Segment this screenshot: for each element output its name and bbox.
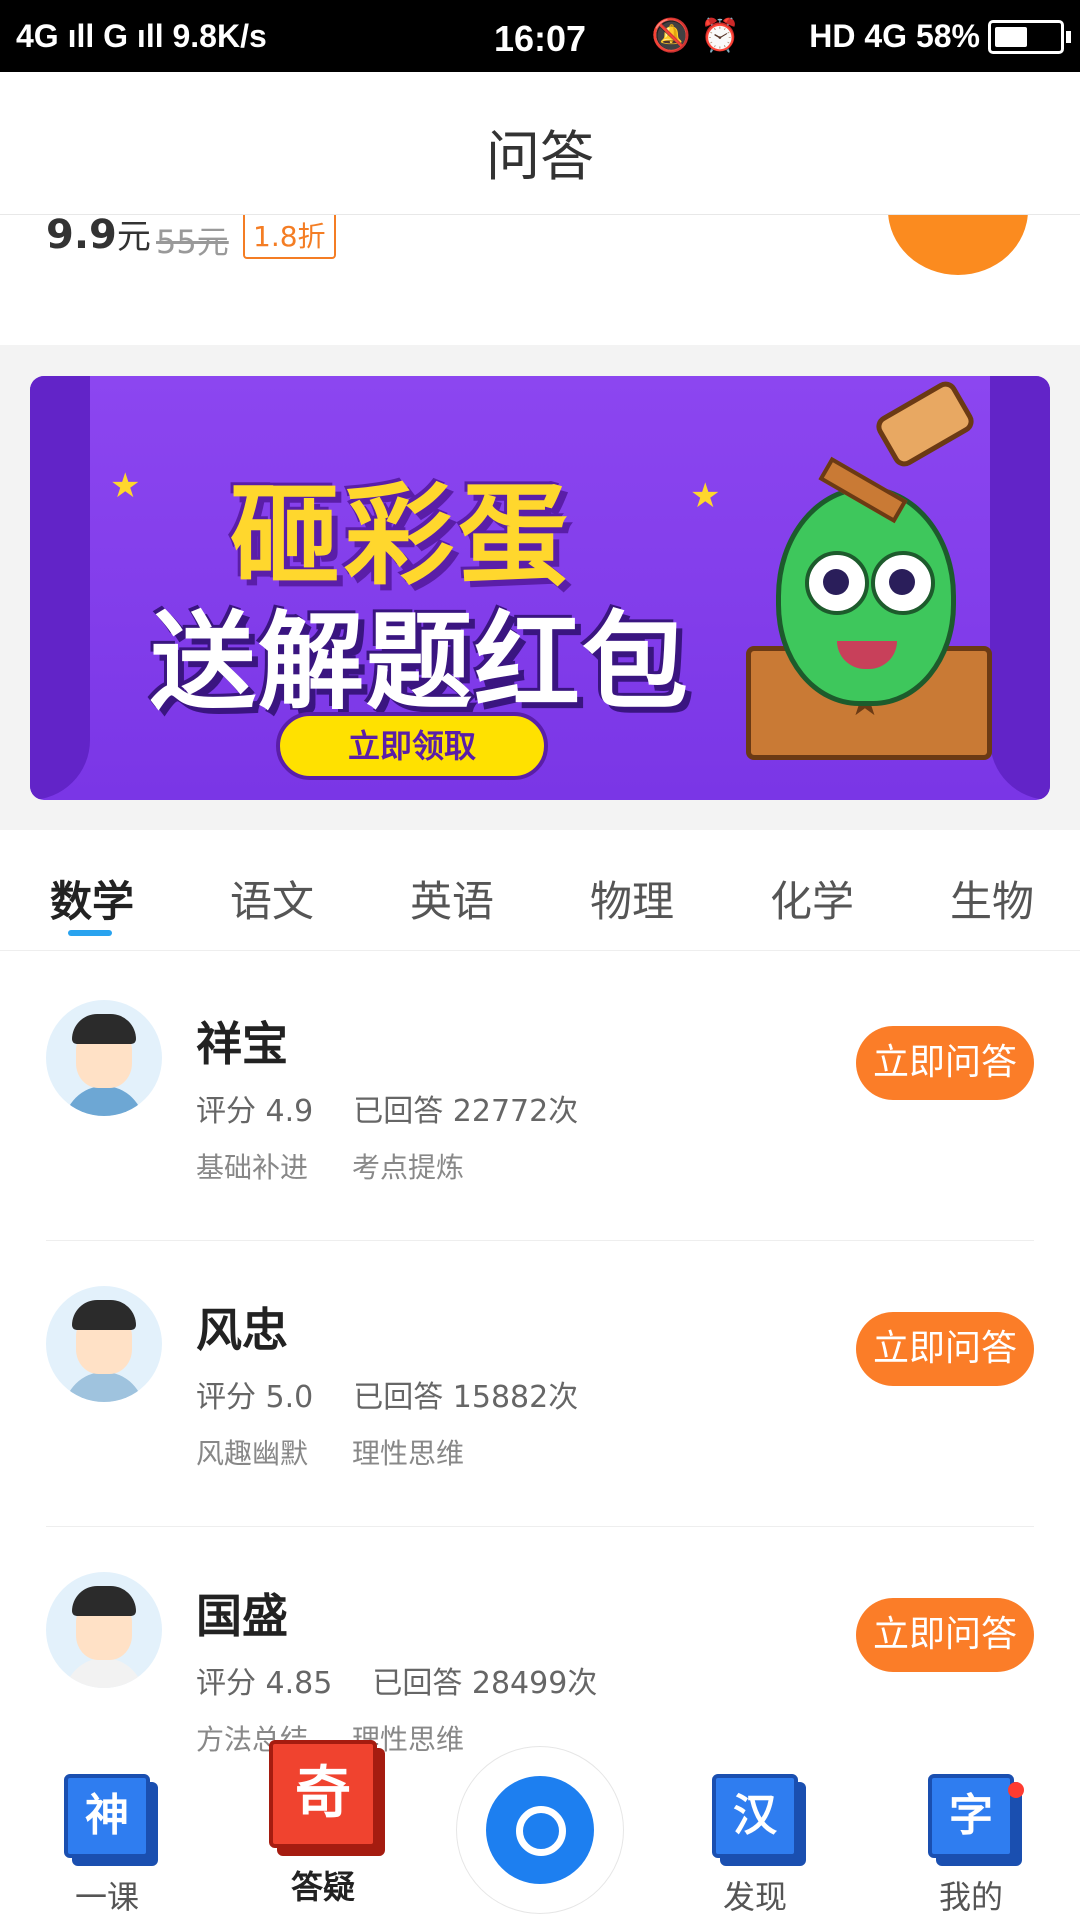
nav-item-lesson[interactable]: 神 一课 [32, 1774, 182, 1918]
course-promo[interactable]: 9.9元 55元 1.8折 [0, 215, 1080, 345]
page-title: 问答 [486, 125, 594, 188]
nav-label: 一课 [74, 1878, 139, 1916]
teacher-card[interactable]: 祥宝 评分 4.9 已回答 22772次 基础补进 考点提炼 立即问答 [0, 956, 1080, 1241]
teacher-answered-count: 已回答 28499次 [372, 1666, 598, 1701]
cube-icon: 奇 [269, 1740, 377, 1848]
avatar [46, 1000, 162, 1116]
star-icon: ★ [690, 476, 721, 516]
nav-label: 我的 [938, 1878, 1003, 1916]
teacher-rating: 评分 4.9 [196, 1094, 314, 1129]
discount-badge: 1.8折 [243, 215, 336, 259]
camera-icon [516, 1806, 566, 1856]
tab-chinese[interactable]: 语文 [230, 868, 314, 929]
tab-math[interactable]: 数学 [50, 868, 134, 929]
avatar [46, 1572, 162, 1688]
promo-price: 9.9元 [46, 215, 151, 258]
teacher-rating: 评分 4.85 [196, 1666, 333, 1701]
teacher-name: 祥宝 [196, 1017, 288, 1071]
tab-physics[interactable]: 物理 [590, 868, 674, 929]
curtain-left [30, 376, 90, 800]
teacher-name: 风忠 [196, 1303, 288, 1357]
tab-english[interactable]: 英语 [410, 868, 494, 929]
teacher-tags: 风趣幽默 理性思维 [196, 1432, 464, 1472]
teacher-answered-count: 已回答 22772次 [353, 1094, 579, 1129]
ask-now-button[interactable]: 立即问答 [856, 1312, 1034, 1386]
nav-item-qa[interactable]: 奇 答疑 [248, 1740, 398, 1908]
buy-button[interactable] [888, 215, 1028, 275]
nav-label: 发现 [722, 1878, 787, 1916]
ask-now-button[interactable]: 立即问答 [856, 1598, 1034, 1672]
avatar [46, 1286, 162, 1402]
star-icon: ★ [110, 466, 141, 506]
notification-badge [1008, 1782, 1024, 1798]
teacher-tag: 考点提炼 [352, 1151, 465, 1184]
bottom-nav: 神 一课 奇 答疑 汉 发现 字 我的 [0, 1740, 1080, 1920]
teacher-stats: 评分 4.9 已回答 22772次 [196, 1086, 578, 1130]
teacher-stats: 评分 5.0 已回答 15882次 [196, 1372, 578, 1416]
nav-label: 答疑 [290, 1868, 355, 1906]
mute-alarm-icon: 🔕 ⏰ [651, 17, 740, 53]
nav-item-mine[interactable]: 字 我的 [896, 1774, 1046, 1918]
app-header: 问答 [0, 72, 1080, 215]
teacher-tag: 风趣幽默 [196, 1437, 309, 1470]
nav-item-discover[interactable]: 汉 发现 [680, 1774, 830, 1918]
cube-icon: 字 [928, 1774, 1014, 1858]
teacher-answered-count: 已回答 15882次 [353, 1380, 579, 1415]
teacher-tag: 理性思维 [352, 1437, 465, 1470]
egg-mascot-illustration [776, 486, 956, 706]
tab-biology[interactable]: 生物 [950, 868, 1034, 929]
active-tab-indicator [68, 930, 112, 936]
teacher-card[interactable]: 风忠 评分 5.0 已回答 15882次 风趣幽默 理性思维 立即问答 [0, 1242, 1080, 1527]
status-bar: 4G ıll G ıll 9.8K/s 16:07 🔕 ⏰ HD 4G 58% [0, 0, 1080, 72]
hammer-icon [872, 377, 978, 471]
teacher-rating: 评分 5.0 [196, 1380, 314, 1415]
battery-icon [988, 20, 1071, 54]
teacher-tag: 基础补进 [196, 1151, 309, 1184]
cube-icon: 汉 [712, 1774, 798, 1858]
network-battery-text: HD 4G 58% [809, 18, 980, 54]
subject-tabs: 数学 语文 英语 物理 化学 生物 [0, 830, 1080, 951]
easter-egg-banner[interactable]: ★ ★ 砸彩蛋 送解题红包 立即领取 ★ [30, 376, 1050, 800]
teacher-stats: 评分 4.85 已回答 28499次 [196, 1658, 597, 1702]
ask-now-button[interactable]: 立即问答 [856, 1026, 1034, 1100]
tab-chemistry[interactable]: 化学 [770, 868, 854, 929]
divider [46, 1526, 1034, 1527]
teacher-tags: 基础补进 考点提炼 [196, 1146, 464, 1186]
divider [46, 1240, 1034, 1241]
original-price: 55元 [156, 223, 229, 261]
claim-now-button[interactable]: 立即领取 [276, 712, 548, 780]
teacher-name: 国盛 [196, 1589, 288, 1643]
curtain-right [990, 376, 1050, 800]
cube-icon: 神 [64, 1774, 150, 1858]
banner-subheadline: 送解题红包 [150, 601, 690, 724]
